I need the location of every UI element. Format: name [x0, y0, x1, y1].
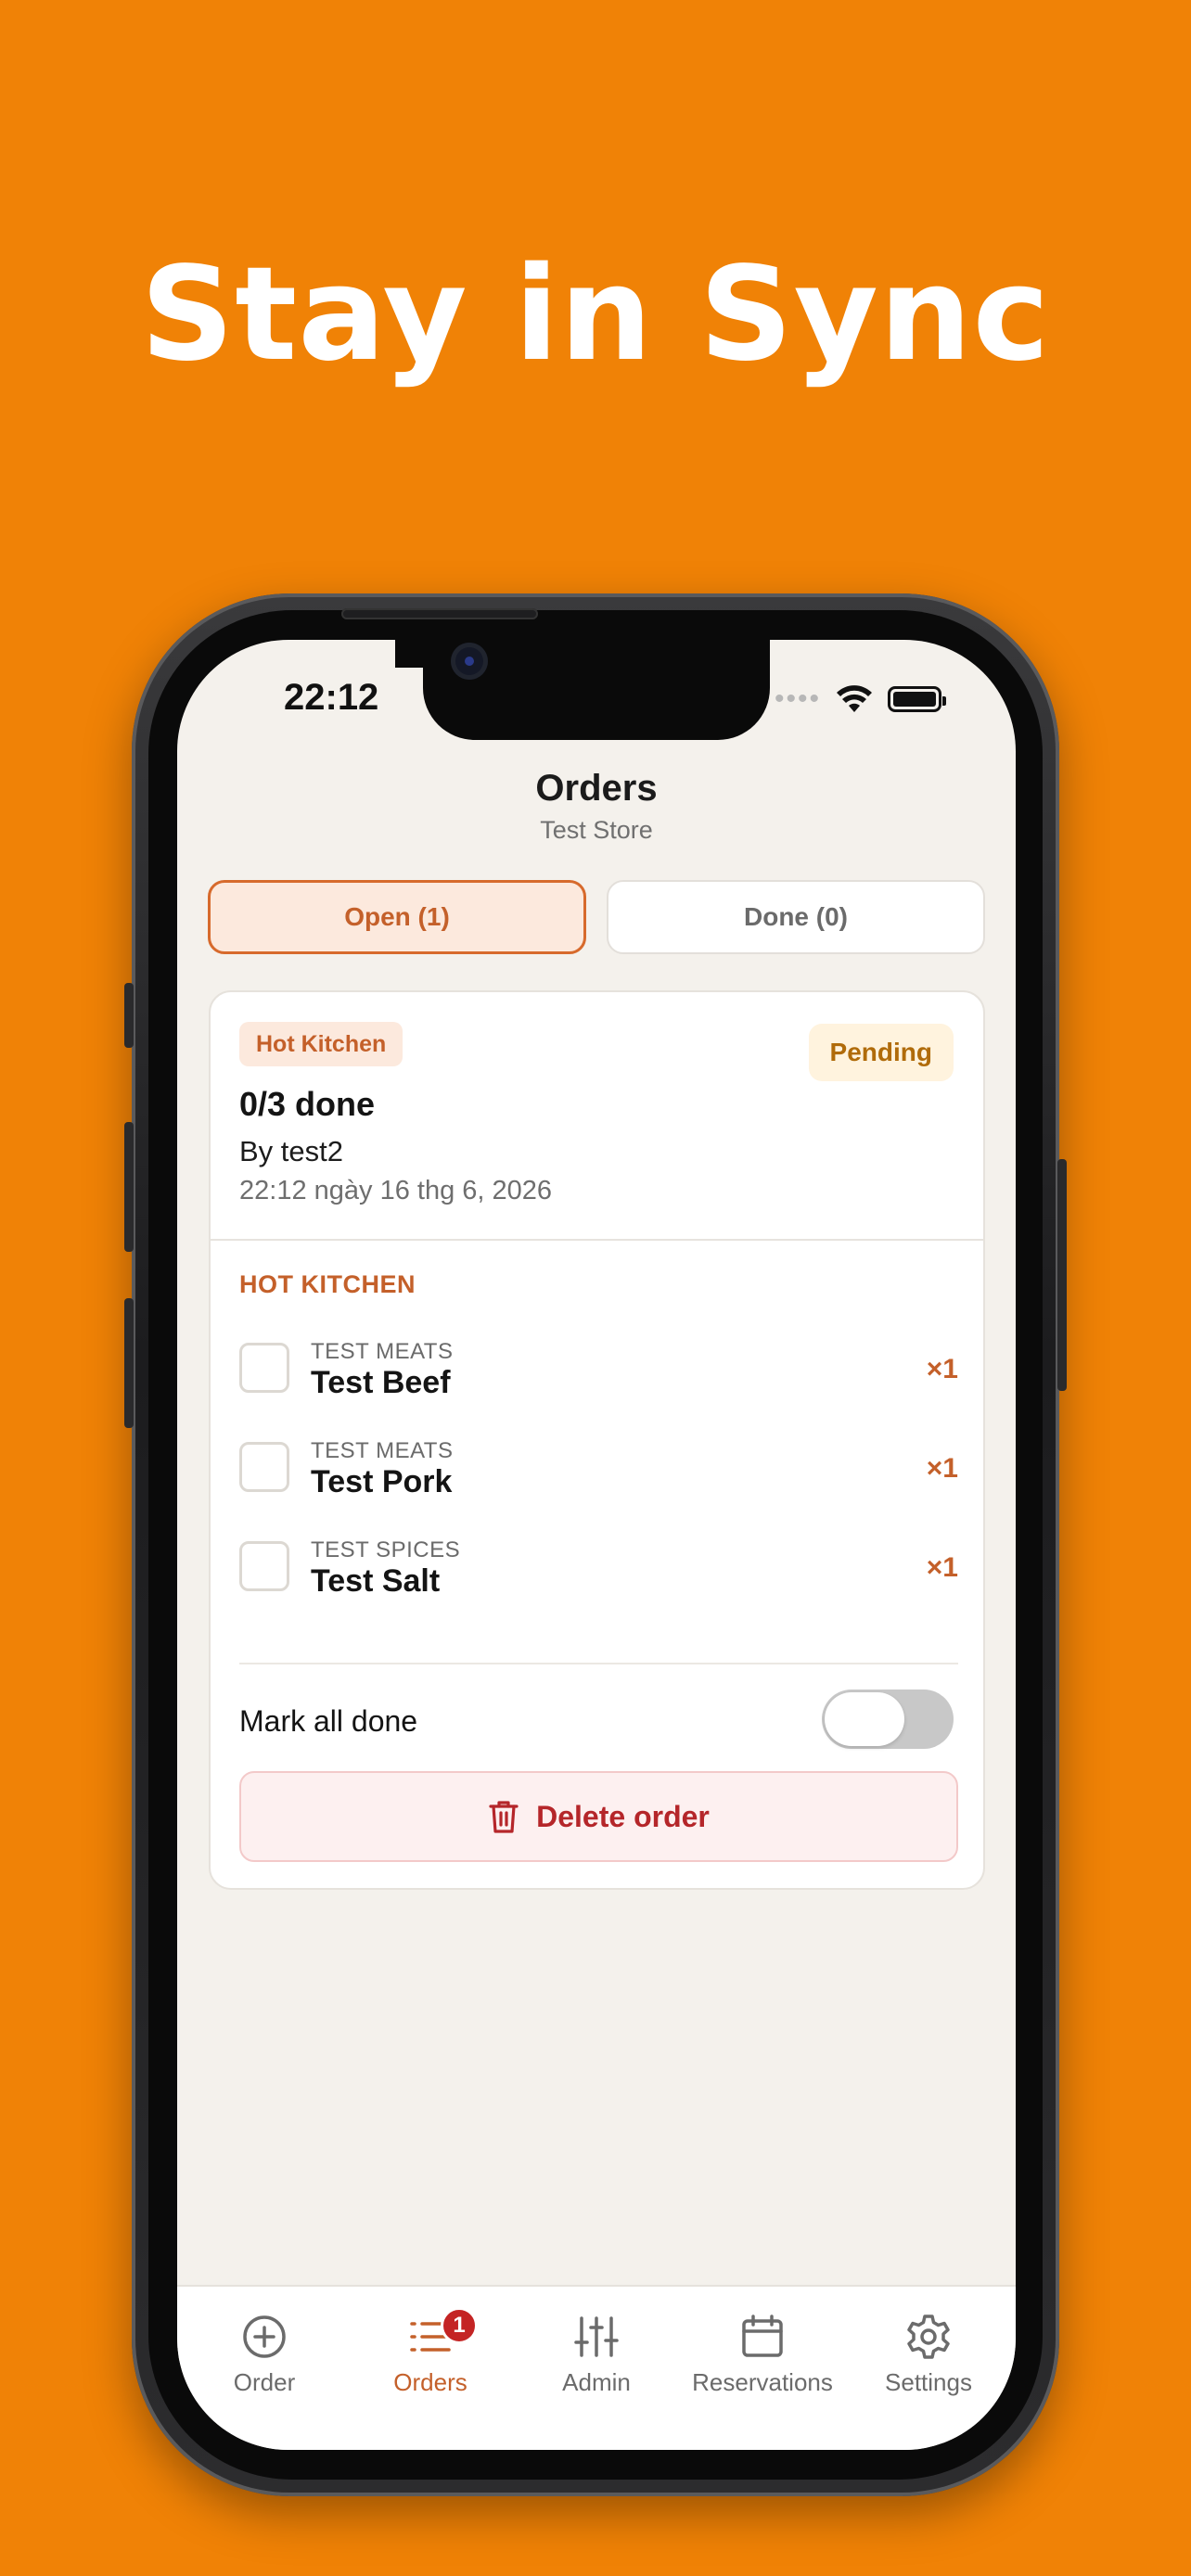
item-quantity: ×1 [926, 1354, 958, 1384]
volume-down-button [124, 1298, 134, 1428]
item-name: Test Beef [311, 1365, 451, 1400]
item-name: Test Salt [311, 1563, 441, 1599]
tab-orders[interactable]: 1 Orders [347, 2307, 514, 2397]
sliders-icon [574, 2316, 619, 2357]
tab-settings-label: Settings [885, 2368, 972, 2396]
store-name: Test Store [540, 816, 653, 844]
toggle-knob [825, 1692, 904, 1746]
order-author: By test2 [239, 1135, 343, 1167]
tab-order-label: Order [233, 2368, 296, 2396]
tab-admin-label: Admin [562, 2368, 631, 2396]
item-category: TEST MEATS [311, 1438, 454, 1463]
status-badge: Pending [808, 1024, 954, 1081]
notch-corner [395, 640, 423, 668]
front-camera [451, 643, 488, 680]
tab-open-orders[interactable]: Open (1) [208, 880, 586, 954]
mute-switch [124, 983, 134, 1048]
item-category: TEST SPICES [311, 1537, 461, 1562]
order-item: TEST MEATS Test Beef ×1 [239, 1328, 958, 1406]
item-quantity: ×1 [926, 1453, 958, 1484]
tab-reservations[interactable]: Reservations [679, 2313, 846, 2397]
headline: Stay in Sync [140, 239, 1051, 390]
status-indicators: •••• [774, 683, 946, 714]
phone-screen: 22:12 •••• Orders Test Store Open (1) Do… [177, 640, 1016, 2450]
section-divider [239, 1663, 958, 1664]
station-section-heading: HOT KITCHEN [239, 1270, 416, 1298]
battery-icon [888, 686, 946, 712]
tab-done-orders[interactable]: Done (0) [607, 880, 985, 954]
item-checkbox[interactable] [239, 1541, 289, 1591]
order-card: Hot Kitchen Pending 0/3 done By test2 22… [209, 990, 985, 1890]
item-checkbox[interactable] [239, 1343, 289, 1393]
delete-order-label: Delete order [536, 1799, 710, 1833]
trash-icon [489, 1801, 519, 1833]
page-title: Orders [535, 768, 658, 809]
orders-count-badge: 1 [441, 2307, 478, 2344]
plus-circle-icon [243, 2315, 286, 2358]
tab-reservations-label: Reservations [692, 2368, 833, 2396]
mark-all-done-label: Mark all done [239, 1704, 418, 1738]
tab-settings[interactable]: Settings [845, 2313, 1012, 2397]
card-divider [211, 1239, 983, 1241]
item-quantity: ×1 [926, 1552, 958, 1583]
delete-order-button[interactable]: Delete order [239, 1771, 958, 1862]
item-category: TEST MEATS [311, 1339, 454, 1364]
order-item: TEST SPICES Test Salt ×1 [239, 1526, 958, 1604]
earpiece-speaker [341, 608, 538, 619]
power-button [1057, 1159, 1067, 1391]
order-date: 22:12 ngày 16 thg 6, 2026 [239, 1176, 553, 1205]
calendar-icon [742, 2315, 783, 2357]
signal-icon: •••• [774, 683, 821, 714]
tab-admin[interactable]: Admin [513, 2313, 680, 2397]
item-checkbox[interactable] [239, 1442, 289, 1492]
tab-orders-label: Orders [393, 2368, 467, 2396]
order-item: TEST MEATS Test Pork ×1 [239, 1427, 958, 1505]
volume-up-button [124, 1122, 134, 1252]
gear-icon [907, 2315, 950, 2359]
wifi-icon [837, 685, 872, 712]
status-time: 22:12 [284, 677, 379, 718]
tab-order[interactable]: Order [181, 2313, 348, 2397]
order-progress: 0/3 done [239, 1085, 376, 1123]
item-name: Test Pork [311, 1464, 453, 1499]
station-chip: Hot Kitchen [239, 1022, 403, 1066]
mark-all-done-toggle[interactable] [822, 1690, 954, 1749]
tab-bar: Order 1 Orders Admin Reservations Settin… [177, 2285, 1016, 2450]
